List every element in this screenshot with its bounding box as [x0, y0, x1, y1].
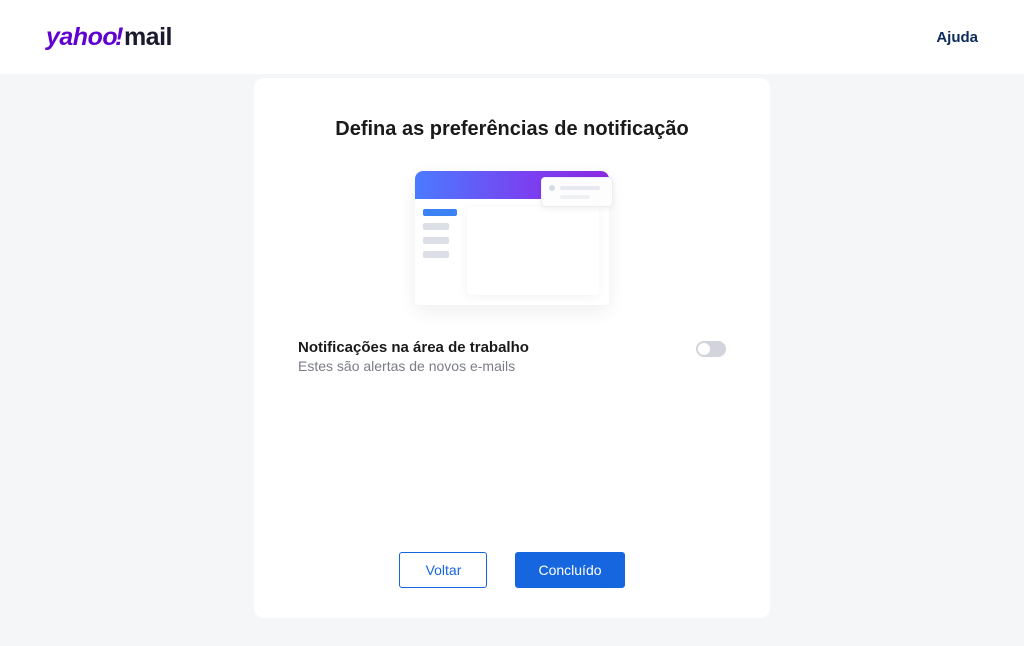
illustration-window: [415, 171, 609, 305]
app-header: yahoo!mail Ajuda: [0, 0, 1024, 74]
back-button[interactable]: Voltar: [399, 552, 487, 588]
logo-yahoo-text: yahoo: [46, 23, 117, 52]
illustration-window-body: [415, 199, 609, 305]
button-row: Voltar Concluído: [254, 552, 770, 588]
logo-mail-text: mail: [124, 23, 172, 52]
setting-description: Estes são alertas de novos e-mails: [298, 358, 696, 374]
illustration-window-header: [415, 171, 609, 199]
toggle-knob: [698, 343, 710, 355]
yahoo-mail-logo: yahoo!mail: [46, 23, 172, 52]
setting-text-block: Notificações na área de trabalho Estes s…: [298, 339, 696, 374]
illustration-sidebar: [415, 199, 467, 305]
logo-exclamation: !: [115, 23, 123, 52]
help-link[interactable]: Ajuda: [936, 29, 978, 46]
notification-preferences-card: Defina as preferências de notificação: [254, 78, 770, 618]
desktop-notifications-toggle[interactable]: [696, 341, 726, 357]
done-button[interactable]: Concluído: [515, 552, 624, 588]
notification-illustration: [298, 171, 726, 305]
content-area: Defina as preferências de notificação: [0, 74, 1024, 618]
setting-title: Notificações na área de trabalho: [298, 339, 696, 356]
illustration-notification-popup: [541, 177, 613, 207]
desktop-notifications-setting: Notificações na área de trabalho Estes s…: [298, 339, 726, 374]
illustration-main-pane: [467, 207, 599, 295]
card-title: Defina as preferências de notificação: [298, 118, 726, 141]
